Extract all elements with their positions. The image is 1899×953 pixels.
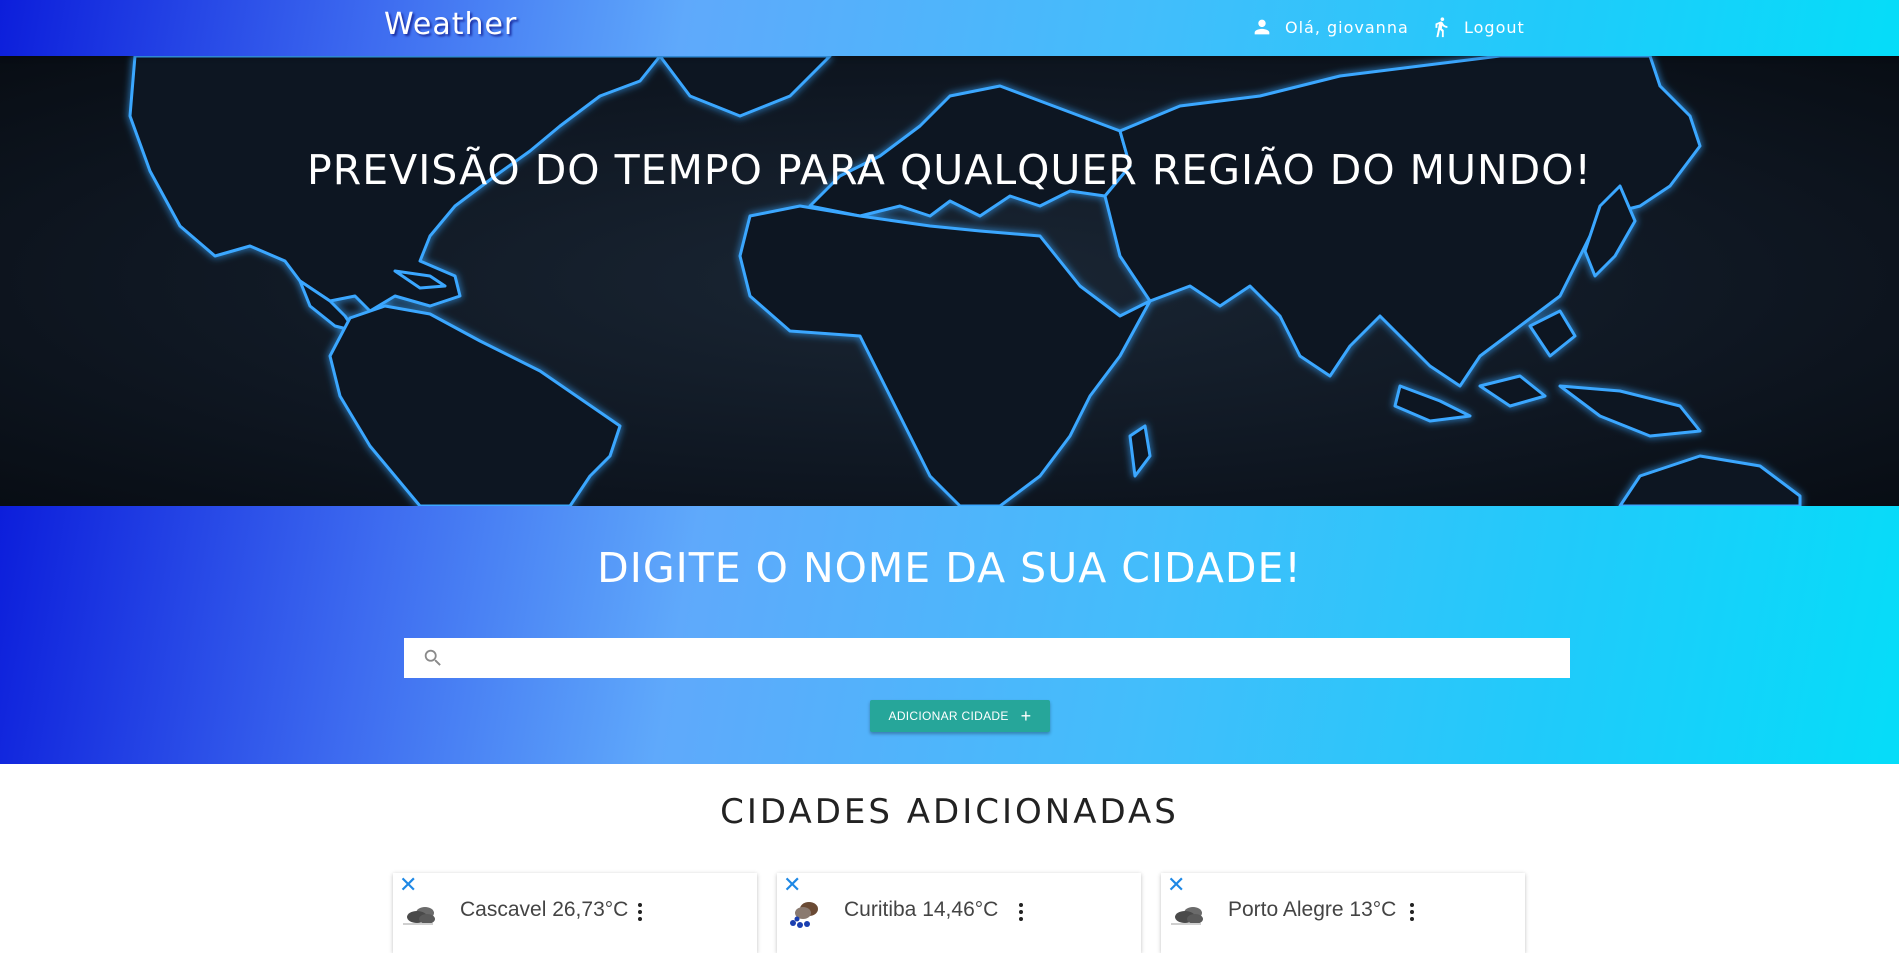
search-heading: DIGITE O NOME DA SUA CIDADE! <box>597 544 1302 592</box>
search-icon <box>424 649 441 666</box>
rain-icon <box>790 902 818 928</box>
walking-person-icon <box>1435 17 1448 38</box>
add-city-button-label: ADICIONAR CIDADE <box>888 709 1009 723</box>
world-map-image <box>128 56 1802 506</box>
more-options-icon[interactable] <box>632 897 648 927</box>
city-card: ✕ Curitiba 14,46°C <box>777 873 1141 953</box>
brand-logo[interactable]: Weather <box>384 7 517 42</box>
search-section: DIGITE O NOME DA SUA CIDADE! ADICIONAR C… <box>0 506 1899 764</box>
city-card: ✕ Cascavel 26,73°C <box>393 873 757 953</box>
search-box[interactable] <box>404 638 1570 678</box>
top-navbar: Weather Olá, giovanna Logout <box>0 0 1899 56</box>
city-weather-label: Porto Alegre 13°C <box>1228 898 1397 921</box>
logout-label: Logout <box>1464 17 1525 37</box>
remove-city-close-icon[interactable]: ✕ <box>1167 873 1185 899</box>
hero-banner: PREVISÃO DO TEMPO PARA QUALQUER REGIÃO D… <box>0 56 1899 506</box>
user-greeting-label: Olá, giovanna <box>1285 17 1409 37</box>
logout-link[interactable]: Logout <box>1430 12 1525 42</box>
city-weather-label: Curitiba 14,46°C <box>844 898 999 921</box>
remove-city-close-icon[interactable]: ✕ <box>399 873 417 899</box>
plus-icon: + <box>1020 706 1032 726</box>
city-search-input[interactable] <box>454 639 1570 677</box>
cloudy-icon <box>403 907 435 925</box>
city-weather-label: Cascavel 26,73°C <box>460 898 629 921</box>
remove-city-close-icon[interactable]: ✕ <box>783 873 801 899</box>
city-card: ✕ Porto Alegre 13°C <box>1161 873 1525 953</box>
more-options-icon[interactable] <box>1013 897 1029 927</box>
cities-heading: CIDADES ADICIONADAS <box>720 792 1179 832</box>
hero-title: PREVISÃO DO TEMPO PARA QUALQUER REGIÃO D… <box>307 146 1592 194</box>
cloudy-icon <box>1171 907 1203 925</box>
user-greeting-link[interactable]: Olá, giovanna <box>1251 12 1409 42</box>
person-icon <box>1254 19 1270 35</box>
add-city-button[interactable]: ADICIONAR CIDADE + <box>870 700 1050 732</box>
more-options-icon[interactable] <box>1404 897 1420 927</box>
